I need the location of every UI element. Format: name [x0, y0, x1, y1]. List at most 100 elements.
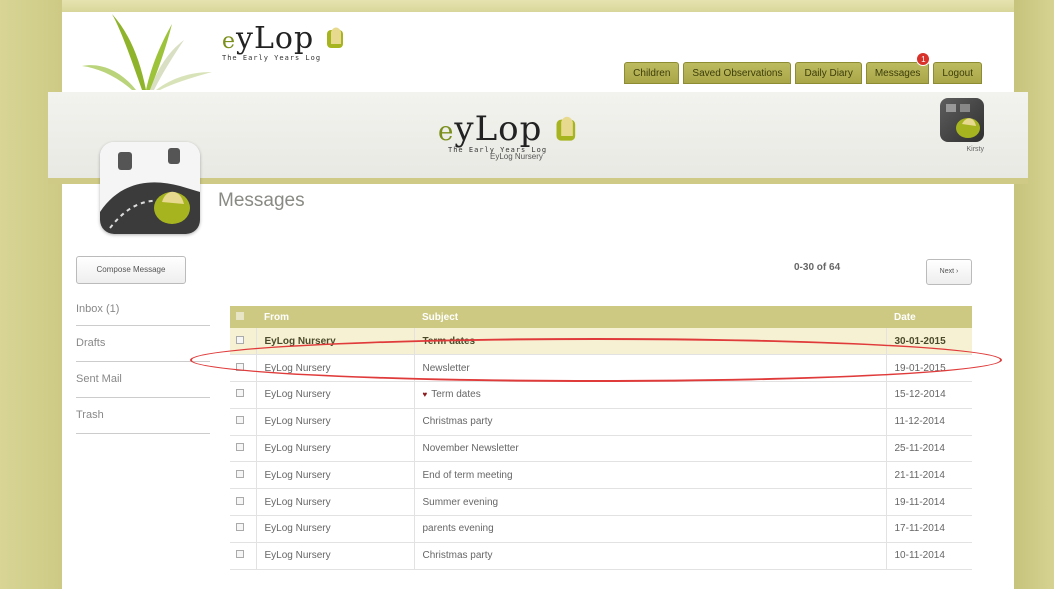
message-from[interactable]: EyLog Nursery: [255, 461, 414, 490]
message-subject-cell[interactable]: Summer evening: [413, 488, 886, 517]
select-all-cell: [230, 306, 256, 328]
message-subject: Christmas party: [422, 550, 493, 562]
row-select-cell: [230, 354, 256, 383]
row-select-cell: [230, 435, 256, 463]
tab-logout-label: Logout: [942, 68, 973, 79]
message-from[interactable]: EyLog Nursery: [255, 435, 414, 463]
table-row[interactable]: EyLog Nursery Summer evening 19-11-2014: [230, 488, 972, 517]
message-subject: parents evening: [422, 523, 494, 535]
folder-sent-mail[interactable]: Sent Mail: [76, 362, 210, 398]
table-row[interactable]: EyLog Nursery parents evening 17-11-2014: [230, 515, 972, 543]
folder-inbox[interactable]: Inbox (1): [76, 294, 210, 326]
column-subject[interactable]: Subject: [414, 306, 886, 328]
message-date: 19-11-2014: [885, 488, 972, 517]
banner-logo: eyLop The Early Years Log EyLog Nursery: [438, 112, 608, 161]
message-subject-cell[interactable]: Christmas party: [413, 408, 886, 436]
message-date: 17-11-2014: [885, 515, 972, 543]
row-checkbox[interactable]: [236, 443, 244, 452]
message-subject-cell[interactable]: Christmas party: [413, 542, 886, 570]
column-date[interactable]: Date: [886, 306, 972, 328]
message-subject: Term dates: [431, 389, 481, 401]
tab-saved-observations-label: Saved Observations: [692, 68, 783, 79]
select-all-checkbox[interactable]: [236, 311, 244, 320]
row-select-cell: [230, 542, 256, 570]
column-from[interactable]: From: [256, 306, 414, 328]
message-subject-cell[interactable]: Newsletter: [413, 354, 886, 383]
page-title: Messages: [218, 190, 305, 211]
main-nav: Children Saved Observations Daily Diary …: [624, 52, 982, 84]
user-name: Kirsty: [966, 146, 985, 153]
row-select-cell: [230, 381, 256, 409]
message-date: 19-01-2015: [885, 354, 972, 383]
row-checkbox[interactable]: [236, 496, 244, 505]
row-select-cell: [230, 328, 256, 356]
message-from[interactable]: EyLog Nursery: [255, 408, 414, 436]
table-row[interactable]: EyLog Nursery ♥ Term dates 15-12-2014: [230, 381, 972, 409]
table-row[interactable]: EyLog Nursery Christmas party 10-11-2014: [230, 542, 972, 570]
top-header: eyLop The Early Years Log Children Saved…: [62, 12, 1014, 92]
message-subject-cell[interactable]: End of term meeting: [413, 461, 886, 490]
row-checkbox[interactable]: [236, 335, 244, 344]
folder-drafts[interactable]: Drafts: [76, 326, 210, 362]
row-checkbox[interactable]: [236, 389, 244, 398]
nursery-name: EyLog Nursery: [490, 152, 543, 161]
messages-table-body: EyLog Nursery Term dates 30-01-2015 EyLog N…: [230, 328, 972, 570]
message-subject-cell[interactable]: November Newsletter: [413, 435, 886, 463]
row-select-cell: [230, 408, 256, 436]
tab-children-label: Children: [633, 68, 671, 79]
row-checkbox[interactable]: [236, 362, 244, 371]
row-checkbox[interactable]: [236, 469, 244, 478]
thumb-logo-icon: [556, 116, 576, 141]
row-checkbox[interactable]: [236, 416, 244, 425]
folder-trash[interactable]: Trash: [76, 398, 210, 434]
eylog-app-icon: [100, 142, 200, 234]
table-row[interactable]: EyLog Nursery End of term meeting 21-11-20…: [230, 461, 972, 490]
row-select-cell: [230, 515, 256, 543]
row-checkbox[interactable]: [236, 523, 244, 532]
message-date: 30-01-2015: [885, 328, 972, 356]
logo-wordmark: eyLop: [222, 24, 372, 54]
banner-logo-wordmark: eyLop: [438, 112, 608, 146]
row-checkbox[interactable]: [236, 550, 244, 559]
message-subject-cell[interactable]: ♥ Term dates: [413, 381, 886, 409]
app-illustration-icon: [100, 142, 200, 234]
message-from[interactable]: EyLog Nursery: [255, 488, 414, 517]
message-subject-cell[interactable]: Term dates: [413, 328, 886, 356]
table-row[interactable]: EyLog Nursery Christmas party 11-12-2014: [230, 408, 972, 436]
message-date: 10-11-2014: [885, 542, 972, 570]
bamboo-leaf-icon: [82, 14, 212, 90]
tab-saved-observations[interactable]: Saved Observations: [683, 62, 792, 84]
message-from[interactable]: EyLog Nursery: [255, 381, 414, 409]
mail-folders: Inbox (1) Drafts Sent Mail Trash: [76, 294, 210, 434]
tab-logout[interactable]: Logout: [933, 62, 982, 84]
next-page-button[interactable]: Next ›: [926, 259, 972, 285]
table-header-row: From Subject Date: [230, 306, 972, 328]
tab-messages[interactable]: Messages 1: [865, 52, 931, 84]
message-subject: November Newsletter: [422, 443, 519, 455]
message-date: 21-11-2014: [885, 461, 972, 490]
message-date: 11-12-2014: [885, 408, 972, 436]
window-top-bg: [0, 0, 1054, 12]
table-row[interactable]: EyLog Nursery Term dates 30-01-2015: [230, 328, 972, 356]
table-row[interactable]: EyLog Nursery Newsletter 19-01-2015: [230, 354, 972, 383]
message-from[interactable]: EyLog Nursery: [255, 515, 414, 543]
message-subject: Summer evening: [422, 496, 499, 508]
message-from[interactable]: EyLog Nursery: [255, 354, 414, 383]
tab-daily-diary-label: Daily Diary: [804, 68, 853, 79]
table-row[interactable]: EyLog Nursery November Newsletter 25-11-20…: [230, 435, 972, 463]
avatar[interactable]: [940, 98, 984, 142]
thumb-logo-icon: [326, 27, 343, 48]
logo[interactable]: eyLop The Early Years Log: [222, 24, 372, 84]
tab-daily-diary[interactable]: Daily Diary: [795, 62, 862, 84]
compose-message-button[interactable]: Compose Message: [76, 256, 186, 284]
message-from[interactable]: EyLog Nursery: [255, 328, 414, 356]
message-from[interactable]: EyLog Nursery: [255, 542, 414, 570]
tab-children[interactable]: Children: [624, 62, 680, 84]
heart-flag-icon: ♥: [422, 390, 428, 400]
message-subject-cell[interactable]: parents evening: [413, 515, 886, 543]
page: eyLop The Early Years Log Children Saved…: [48, 12, 1028, 589]
message-date: 15-12-2014: [885, 381, 972, 409]
logo-tagline: The Early Years Log: [222, 54, 322, 62]
messages-table: From Subject Date EyLog Nursery Term date…: [230, 306, 972, 570]
message-subject: End of term meeting: [422, 469, 513, 481]
